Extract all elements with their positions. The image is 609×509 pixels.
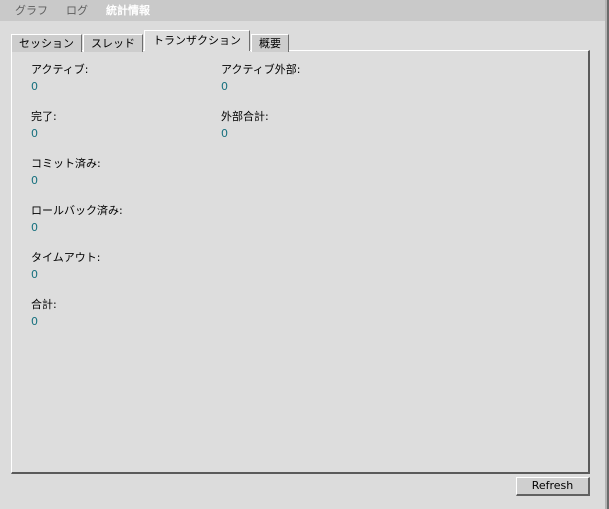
tab-summary[interactable]: 概要 <box>251 34 289 52</box>
stat-active-value: 0 <box>31 80 38 93</box>
stat-timeout-value: 0 <box>31 268 38 281</box>
menu-item-graph[interactable]: グラフ <box>6 2 57 20</box>
stat-active-external-value: 0 <box>221 80 228 93</box>
stat-completed-value: 0 <box>31 127 38 140</box>
menu-bar: グラフ ログ 統計情報 <box>0 0 605 21</box>
stat-total: 合計: 0 <box>31 298 216 329</box>
stat-rolledback-label: ロールバック済み: <box>31 204 123 217</box>
stats-column-right: アクティブ外部: 0 外部合計: 0 <box>221 63 421 157</box>
transaction-stats-panel: アクティブ: 0 完了: 0 コミット済み: 0 ロールバック済み: 0 タイム… <box>11 50 590 474</box>
stats-column-left: アクティブ: 0 完了: 0 コミット済み: 0 ロールバック済み: 0 タイム… <box>31 63 216 345</box>
stat-timeout-label: タイムアウト: <box>31 251 101 264</box>
refresh-button[interactable]: Refresh <box>516 477 590 496</box>
stat-committed: コミット済み: 0 <box>31 157 216 188</box>
stat-committed-label: コミット済み: <box>31 157 101 170</box>
stat-external-total-value: 0 <box>221 127 228 140</box>
application-window: グラフ ログ 統計情報 セッション スレッド トランザクション 概要 アクティブ… <box>0 0 609 509</box>
stat-committed-value: 0 <box>31 174 38 187</box>
stat-external-total-label: 外部合計: <box>221 110 269 123</box>
stat-completed-label: 完了: <box>31 110 57 123</box>
stat-external-total: 外部合計: 0 <box>221 110 421 141</box>
stat-active-external-label: アクティブ外部: <box>221 63 301 76</box>
stat-total-label: 合計: <box>31 298 57 311</box>
stat-rolledback-value: 0 <box>31 221 38 234</box>
stat-active: アクティブ: 0 <box>31 63 216 94</box>
stat-completed: 完了: 0 <box>31 110 216 141</box>
tab-strip: セッション スレッド トランザクション 概要 <box>11 30 290 52</box>
tab-session[interactable]: セッション <box>11 34 82 52</box>
stat-timeout: タイムアウト: 0 <box>31 251 216 282</box>
stat-active-external: アクティブ外部: 0 <box>221 63 421 94</box>
menu-item-statistics[interactable]: 統計情報 <box>97 2 159 20</box>
stat-total-value: 0 <box>31 315 38 328</box>
stat-rolledback: ロールバック済み: 0 <box>31 204 216 235</box>
stat-active-label: アクティブ: <box>31 63 89 76</box>
tab-transaction[interactable]: トランザクション <box>144 30 250 51</box>
tab-thread[interactable]: スレッド <box>83 34 143 52</box>
menu-item-log[interactable]: ログ <box>57 2 97 20</box>
